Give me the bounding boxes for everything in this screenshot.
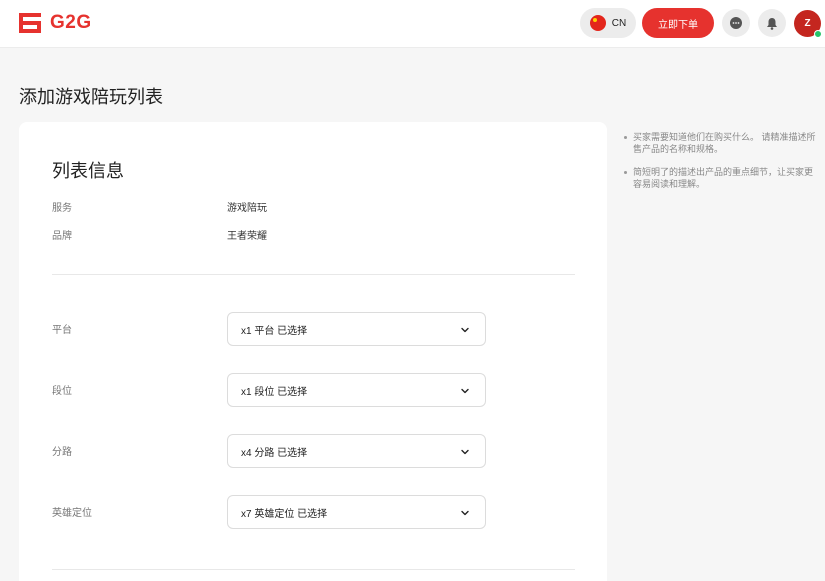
rank-select[interactable]: x1 段位 已选择: [227, 373, 486, 407]
service-value: 游戏陪玩: [227, 203, 267, 214]
g2g-logo[interactable]: G2G: [18, 11, 92, 35]
bell-icon: [767, 17, 777, 30]
brand-label: 品牌: [52, 231, 72, 242]
chevron-down-icon: [461, 388, 469, 394]
platform-select-value: x1 平台 已选择: [241, 325, 308, 337]
tips-panel: 买家需要知道他们在购买什么。 请精准描述所售产品的名称和规格。 简短明了的描述出…: [624, 131, 819, 201]
service-label: 服务: [52, 203, 72, 214]
chat-icon: [730, 17, 742, 29]
user-avatar[interactable]: Z: [794, 9, 822, 38]
brand-value: 王者荣耀: [227, 231, 267, 242]
language-label: CN: [611, 17, 627, 29]
tip-text: 简短明了的描述出产品的重点细节，让买家更容易阅读和理解。: [633, 167, 814, 189]
logo-text: G2G: [50, 12, 92, 33]
platform-label: 平台: [52, 325, 72, 336]
online-status-dot: [814, 29, 822, 38]
section-divider: [52, 569, 575, 570]
language-selector[interactable]: CN: [580, 8, 636, 38]
bullet-icon: [624, 136, 627, 139]
avatar-initial: Z: [804, 17, 811, 29]
lane-select-value: x4 分路 已选择: [241, 447, 308, 459]
listing-info-card: 列表信息 服务 游戏陪玩 品牌 王者荣耀 平台 x1 平台 已选择 段位 x1 …: [19, 122, 607, 581]
hero-role-select[interactable]: x7 英雄定位 已选择: [227, 495, 486, 529]
china-flag-icon: [589, 15, 606, 31]
tip-item: 买家需要知道他们在购买什么。 请精准描述所售产品的名称和规格。: [624, 131, 819, 155]
top-header: G2G CN 立即下单 Z: [0, 0, 825, 48]
order-now-button[interactable]: 立即下单: [642, 8, 714, 38]
hero-role-label: 英雄定位: [52, 508, 92, 519]
rank-select-value: x1 段位 已选择: [241, 386, 308, 398]
section-title: 列表信息: [52, 161, 124, 181]
lane-select[interactable]: x4 分路 已选择: [227, 434, 486, 468]
tip-item: 简短明了的描述出产品的重点细节，让买家更容易阅读和理解。: [624, 166, 819, 190]
rank-label: 段位: [52, 386, 72, 397]
chevron-down-icon: [461, 510, 469, 516]
chevron-down-icon: [461, 327, 469, 333]
notification-button[interactable]: [758, 9, 786, 37]
g2g-logo-icon: [19, 13, 41, 33]
bullet-icon: [624, 171, 627, 174]
platform-select[interactable]: x1 平台 已选择: [227, 312, 486, 346]
tip-text: 买家需要知道他们在购买什么。 请精准描述所售产品的名称和规格。: [633, 132, 816, 154]
chat-button[interactable]: [722, 9, 750, 37]
chevron-down-icon: [461, 449, 469, 455]
page-title: 添加游戏陪玩列表: [19, 87, 163, 107]
lane-label: 分路: [52, 447, 72, 458]
hero-role-select-value: x7 英雄定位 已选择: [241, 508, 328, 520]
section-divider: [52, 274, 575, 275]
